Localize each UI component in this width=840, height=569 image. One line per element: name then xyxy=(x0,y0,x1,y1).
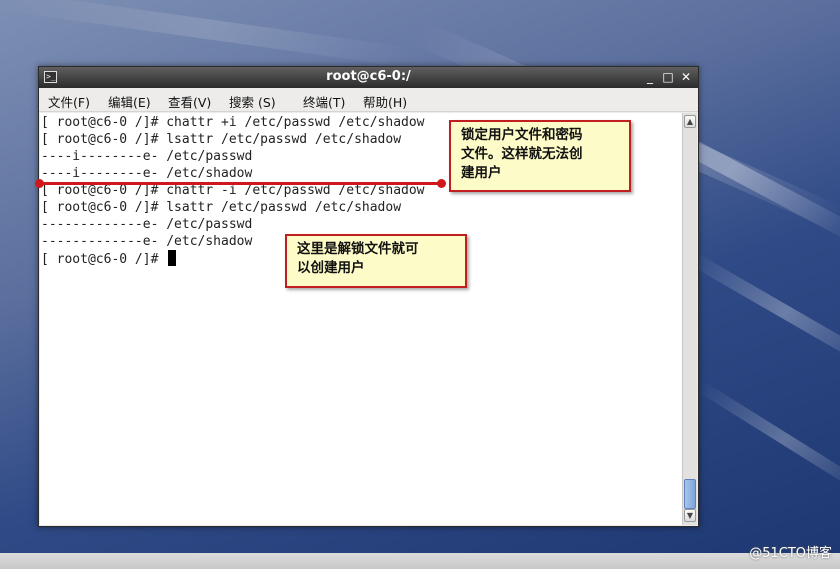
window-titlebar[interactable]: >_ root@c6-0:/ _ □ ✕ xyxy=(39,67,698,88)
annotation-lock-note: 锁定用户文件和密码 文件。这样就无法创 建用户 xyxy=(449,120,631,192)
terminal-line: [ root@c6-0 /]# lsattr /etc/passwd /etc/… xyxy=(41,132,402,147)
menu-search[interactable]: 搜索 (S) xyxy=(229,92,276,111)
close-button[interactable]: ✕ xyxy=(678,69,694,85)
wallpaper-streak xyxy=(0,0,418,69)
terminal-line: [ root@c6-0 /]# lsattr /etc/passwd /etc/… xyxy=(41,200,402,215)
annotation-line: 锁定用户文件和密码 xyxy=(461,127,583,143)
menu-view[interactable]: 查看(V) xyxy=(168,92,211,111)
minimize-button[interactable]: _ xyxy=(642,69,658,85)
terminal-prompt: [ root@c6-0 /]# xyxy=(41,252,167,267)
terminal-line: [ root@c6-0 /]# chattr +i /etc/passwd /e… xyxy=(41,115,425,130)
terminal-line: ----i--------e- /etc/passwd xyxy=(41,149,253,164)
menu-help[interactable]: 帮助(H) xyxy=(363,92,407,111)
terminal-line: -------------e- /etc/passwd xyxy=(41,217,253,232)
annotation-line: 这里是解锁文件就可 xyxy=(297,241,419,257)
annotation-marker-dot xyxy=(437,179,446,188)
maximize-button[interactable]: □ xyxy=(660,69,676,85)
annotation-marker-line xyxy=(39,182,441,185)
terminal-line: -------------e- /etc/shadow xyxy=(41,234,253,249)
annotation-unlock-note: 这里是解锁文件就可 以创建用户 xyxy=(285,234,467,288)
annotation-line: 建用户 xyxy=(461,165,502,181)
wallpaper-streak xyxy=(686,250,840,374)
menu-file[interactable]: 文件(F) xyxy=(48,92,90,111)
watermark: @51CTO博客 xyxy=(749,546,832,561)
terminal-line: ----i--------e- /etc/shadow xyxy=(41,166,253,181)
annotation-marker-dot xyxy=(35,179,44,188)
window-title: root@c6-0:/ xyxy=(326,69,411,84)
annotation-line: 文件。这样就无法创 xyxy=(461,146,583,162)
menu-edit[interactable]: 编辑(E) xyxy=(108,92,151,111)
vertical-scrollbar[interactable]: ▲ ▼ xyxy=(682,113,697,525)
annotation-line: 以创建用户 xyxy=(297,260,365,276)
text-cursor xyxy=(168,250,177,266)
scroll-up-arrow-icon[interactable]: ▲ xyxy=(684,115,696,128)
menu-terminal[interactable]: 终端(T) xyxy=(303,92,345,111)
scroll-thumb[interactable] xyxy=(684,479,696,509)
menubar: 文件(F) 编辑(E) 查看(V) 搜索 (S) 终端(T) 帮助(H) xyxy=(39,88,698,112)
scroll-down-arrow-icon[interactable]: ▼ xyxy=(684,509,696,522)
wallpaper-streak xyxy=(696,380,840,498)
desktop-bottom-bar xyxy=(0,553,840,569)
terminal-prompt-line: [ root@c6-0 /]# xyxy=(41,250,177,267)
